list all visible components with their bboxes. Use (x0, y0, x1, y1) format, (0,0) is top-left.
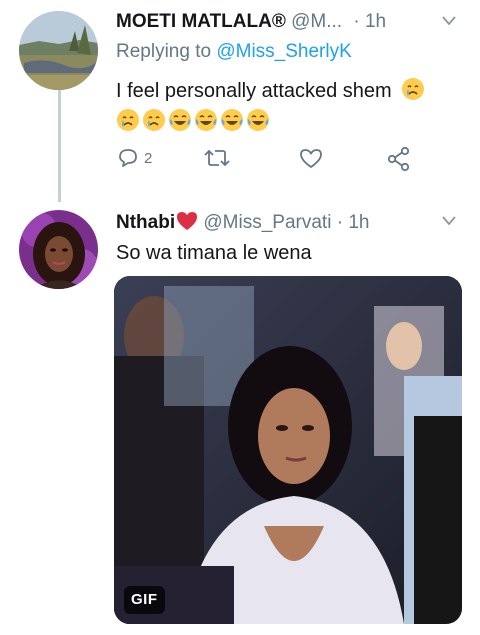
replying-to: Replying to @Miss_SherlyK (116, 40, 352, 64)
display-name[interactable]: MOETI MATLALA® (116, 11, 286, 32)
crying-face-emoji (117, 109, 139, 131)
share-button[interactable] (386, 146, 412, 172)
retweet-icon (204, 149, 230, 167)
replying-to-label: Replying to (116, 41, 212, 62)
tears-of-joy-emoji (221, 109, 243, 131)
handle[interactable]: @M... (291, 11, 342, 32)
share-icon (387, 146, 410, 172)
gif-badge: GIF (124, 586, 165, 614)
reply-button[interactable]: 2 (116, 146, 152, 170)
tears-of-joy-emoji (169, 109, 191, 131)
replying-to-handle[interactable]: @Miss_SherlyK (216, 41, 351, 62)
tweet-actions: 2 (116, 146, 416, 176)
tweet-text: So wa timana le wena (116, 240, 312, 266)
reply-count: 2 (144, 149, 153, 167)
avatar[interactable] (19, 11, 98, 90)
tears-of-joy-emoji (247, 109, 269, 131)
tweet-text-content: I feel personally attacked shem (116, 80, 392, 102)
chevron-down-icon[interactable] (442, 216, 456, 226)
reply-icon (119, 149, 137, 167)
timestamp[interactable]: · 1h (337, 212, 370, 233)
display-name[interactable]: Nthabi (116, 212, 175, 233)
avatar[interactable] (19, 210, 98, 289)
emoji-row (116, 108, 270, 134)
like-button[interactable] (298, 146, 324, 170)
thread-connector (58, 90, 61, 202)
like-icon (300, 149, 322, 168)
retweet-button[interactable] (202, 146, 232, 170)
handle[interactable]: @Miss_Parvati (203, 212, 331, 233)
chevron-down-icon[interactable] (442, 16, 456, 26)
crying-face-emoji (402, 78, 425, 100)
tweet-text-content: So wa timana le wena (116, 242, 312, 264)
crying-face-emoji (143, 109, 165, 131)
tweet-text: I feel personally attacked shem (116, 77, 425, 104)
tweet-header: MOETI MATLALA® @M... · 1h (116, 10, 386, 34)
red-heart-icon (177, 212, 198, 230)
gif-image (114, 276, 462, 624)
gif-media[interactable] (114, 276, 462, 624)
timestamp[interactable]: · 1h (353, 11, 386, 32)
tears-of-joy-emoji (195, 109, 217, 131)
tweet-1[interactable]: MOETI MATLALA® @M... · 1h Replying to @M… (0, 0, 480, 202)
tweet-header: Nthabi @Miss_Parvati · 1h (116, 211, 369, 235)
